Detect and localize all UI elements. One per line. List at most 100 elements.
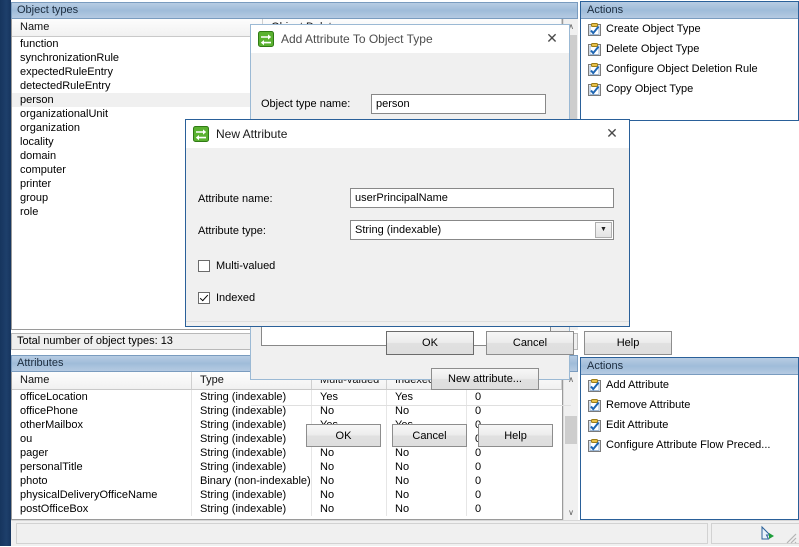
clipboard-check-icon (588, 82, 601, 96)
close-icon[interactable]: ✕ (535, 25, 569, 52)
table-row[interactable]: photo Binary (non-indexable) No No 0 (12, 474, 562, 488)
new-attribute-help-button[interactable]: Help (584, 331, 672, 355)
action-object-type-1[interactable]: Delete Object Type (581, 39, 798, 59)
indexed-label: Indexed (216, 292, 256, 304)
sync-arrows-icon (258, 31, 274, 47)
actions-pane-object-types: Actions Create Object Type Delete Object … (580, 1, 799, 121)
table-row[interactable]: officePhone String (indexable) No No 0 (12, 404, 562, 418)
table-row[interactable]: physicalDeliveryOfficeName String (indexa… (12, 488, 562, 502)
object-type-name-cell: detectedRuleEntry (12, 79, 264, 93)
attribute-type-label: Attribute type: (198, 225, 266, 237)
attribute-indexed-cell: No (387, 404, 467, 418)
attributes-scrollbar[interactable]: ∧ ∨ (563, 372, 578, 520)
attribute-type-cell: String (indexable) (192, 488, 312, 502)
actions-pane-title: Actions (581, 358, 798, 375)
attribute-name-cell: photo (12, 474, 192, 488)
actions-pane-attributes: Actions Add Attribute Remove Attribute Edi… (580, 357, 799, 520)
table-row[interactable]: officeLocation String (indexable) Yes Yes 0 (12, 390, 562, 404)
table-row[interactable]: postOfficeBox String (indexable) No No 0 (12, 502, 562, 516)
new-attribute-ok-button[interactable]: OK (386, 331, 474, 355)
add-attribute-dialog-titlebar[interactable]: Add Attribute To Object Type ✕ (251, 25, 569, 53)
scrollbar-thumb[interactable] (565, 416, 577, 444)
attribute-name-cell: physicalDeliveryOfficeName (12, 488, 192, 502)
object-type-name-cell: person (12, 93, 264, 107)
multi-valued-label: Multi-valued (216, 260, 276, 272)
attribute-precedence-cell: 0 (475, 489, 482, 501)
left-edge-strip (0, 0, 11, 546)
action-attribute-2[interactable]: Edit Attribute (581, 415, 798, 435)
scroll-down-arrow-icon[interactable]: ∨ (564, 505, 578, 520)
attribute-precedence-cell: 0 (475, 405, 482, 417)
attribute-multivalued-cell: No (312, 488, 387, 502)
attribute-name-cell: officeLocation (12, 390, 192, 404)
indexed-checkbox[interactable] (198, 292, 210, 304)
attribute-indexed-cell: No (387, 502, 467, 516)
attribute-type-cell: String (indexable) (192, 460, 312, 474)
add-attribute-cancel-button[interactable]: Cancel (392, 424, 467, 447)
attributes-rows: officeLocation String (indexable) Yes Yes 0 o… (12, 390, 562, 516)
new-attribute-button[interactable]: New attribute... (431, 368, 539, 390)
attribute-name-cell: otherMailbox (12, 418, 192, 432)
attribute-multivalued-cell: No (312, 502, 387, 516)
action-item-label: Configure Object Deletion Rule (606, 63, 758, 75)
attribute-multivalued-cell: No (312, 474, 387, 488)
object-type-name-field[interactable]: person (371, 94, 546, 114)
chevron-down-icon[interactable]: ▼ (595, 222, 612, 238)
clipboard-check-icon (588, 62, 601, 76)
action-item-label: Edit Attribute (606, 419, 669, 431)
attribute-type-value: String (indexable) (355, 224, 442, 236)
attribute-precedence-cell: 0 (475, 503, 482, 515)
attribute-precedence-cell: 0 (475, 447, 482, 459)
action-item-label: Configure Attribute Flow Preced... (606, 439, 771, 451)
indexed-checkbox-row[interactable]: Indexed (198, 292, 255, 304)
multi-valued-checkbox-row[interactable]: Multi-valued (198, 260, 275, 272)
attribute-type-cell: String (indexable) (192, 432, 312, 446)
new-attribute-dialog: New Attribute ✕ Attribute name: userPrin… (185, 119, 672, 355)
new-attribute-dialog-body: Attribute name: userPrincipalName Attrib… (186, 148, 672, 355)
action-object-type-3[interactable]: Copy Object Type (581, 79, 798, 99)
dialog-separator (251, 405, 571, 406)
object-types-panel-header: Object types (11, 2, 578, 19)
navigate-cursor-icon (759, 525, 777, 543)
attribute-type-cell: String (indexable) (192, 502, 312, 516)
attribute-multivalued-cell: No (312, 446, 387, 460)
actions-top-item-list: Create Object Type Delete Object Type Conf… (581, 19, 798, 99)
new-attribute-dialog-titlebar[interactable]: New Attribute ✕ (186, 120, 629, 148)
attribute-type-cell: String (indexable) (192, 404, 312, 418)
add-attribute-help-button[interactable]: Help (478, 424, 553, 447)
add-attribute-ok-button[interactable]: OK (306, 424, 381, 447)
attribute-multivalued-cell: No (312, 404, 387, 418)
table-row[interactable]: personalTitle String (indexable) No No 0 (12, 460, 562, 474)
new-attribute-cancel-button[interactable]: Cancel (486, 331, 574, 355)
dialog-separator (186, 321, 629, 322)
column-header-name[interactable]: Name (12, 19, 264, 36)
action-item-label: Copy Object Type (606, 83, 694, 95)
attribute-name-cell: officePhone (12, 404, 192, 418)
action-attribute-0[interactable]: Add Attribute (581, 375, 798, 395)
action-attribute-3[interactable]: Configure Attribute Flow Preced... (581, 435, 798, 455)
status-bar (11, 520, 799, 546)
object-types-panel-title: Object types (17, 4, 79, 16)
action-attribute-1[interactable]: Remove Attribute (581, 395, 798, 415)
action-object-type-2[interactable]: Configure Object Deletion Rule (581, 59, 798, 79)
attribute-type-select[interactable]: String (indexable) ▼ (350, 220, 614, 240)
attribute-precedence-cell: 0 (475, 391, 482, 403)
object-types-total-text: Total number of object types: 13 (17, 335, 173, 347)
table-row[interactable]: pager String (indexable) No No 0 (12, 446, 562, 460)
column-header-attr-name[interactable]: Name (12, 372, 192, 389)
attribute-precedence-cell: 0 (475, 461, 482, 473)
close-icon[interactable]: ✕ (595, 120, 629, 147)
clipboard-check-icon (588, 438, 601, 452)
attribute-name-cell: personalTitle (12, 460, 192, 474)
action-item-label: Delete Object Type (606, 43, 700, 55)
attributes-panel-title: Attributes (17, 357, 64, 369)
action-item-label: Create Object Type (606, 23, 701, 35)
attribute-type-cell: String (indexable) (192, 418, 312, 432)
action-object-type-0[interactable]: Create Object Type (581, 19, 798, 39)
resize-grip[interactable] (783, 530, 797, 544)
object-type-name-cell: function (12, 37, 264, 51)
clipboard-check-icon (588, 42, 601, 56)
attribute-name-field[interactable]: userPrincipalName (350, 188, 614, 208)
multi-valued-checkbox[interactable] (198, 260, 210, 272)
attribute-indexed-cell: No (387, 460, 467, 474)
